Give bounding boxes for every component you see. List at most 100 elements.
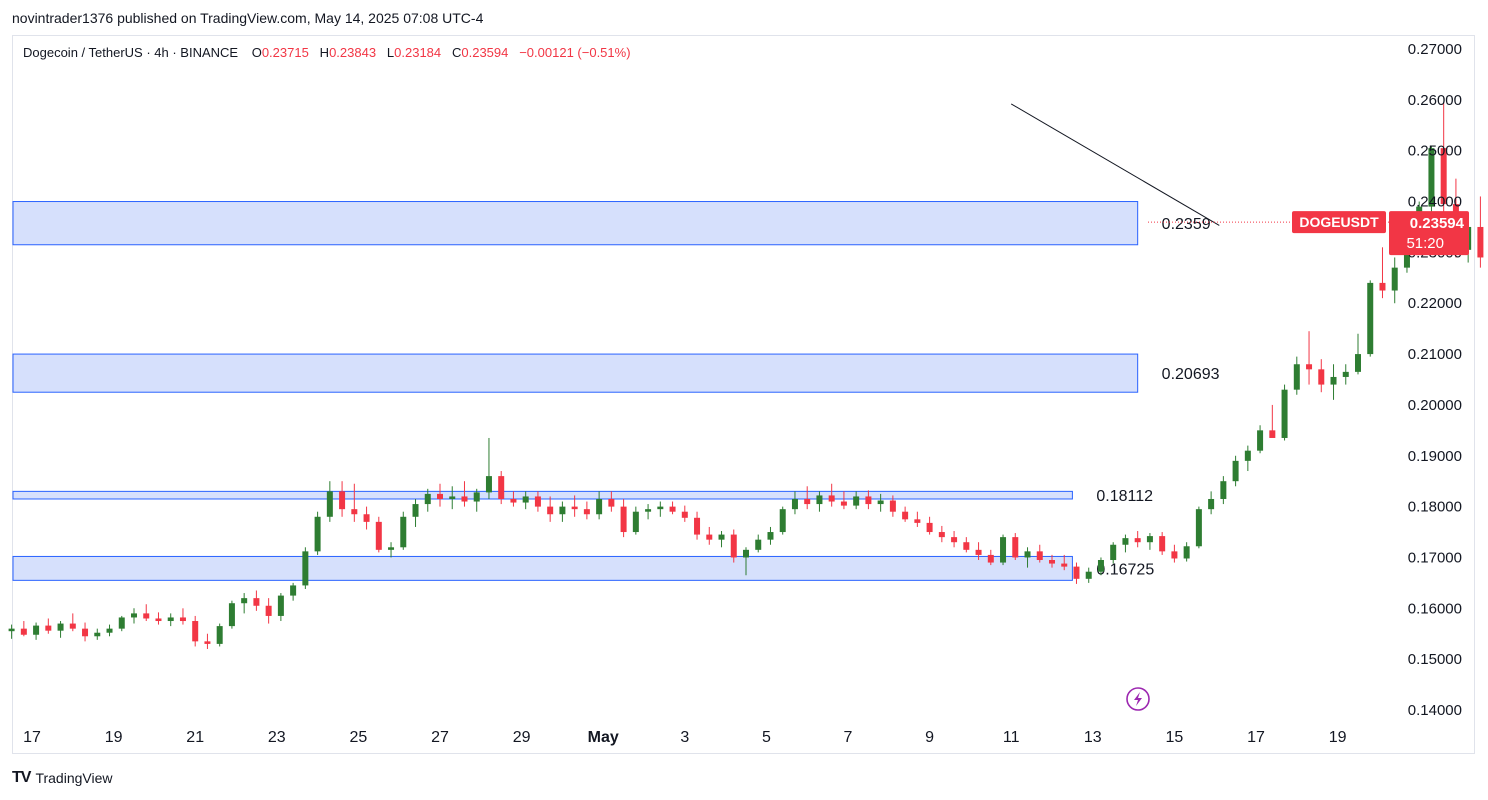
candle-body-85 [1049,560,1055,564]
y-tick-label: 0.25000 [1408,143,1462,160]
zones-layer: 0.2359 0.20693 0.18112 0.16725 [12,201,1220,581]
candle-body-9 [118,617,125,629]
candle-body-76 [938,532,945,538]
candle-body-43 [534,496,541,507]
candle-body-39 [485,476,492,493]
change-value: −0.00121 (−0.51%) [519,45,631,60]
candle-body-24 [302,551,309,586]
x-tick-label: 5 [762,729,771,746]
zone-label-1: 0.20693 [1162,366,1220,383]
last-price-tag: DOGEUSDT 0.23594 51:20 [1292,211,1469,256]
candle-body-90 [1110,544,1117,561]
zone-1 [12,353,1139,393]
candle-body-64 [791,498,798,510]
candle-body-109 [1342,371,1349,377]
candle-body-51 [632,511,639,533]
y-tick-label: 0.26000 [1408,92,1462,109]
candle-body-5 [69,623,76,629]
candle-body-10 [131,613,137,618]
candle-body-35 [437,493,443,499]
candle-body-112 [1379,282,1386,291]
candle-body-91 [1122,538,1129,545]
candle-body-88 [1085,571,1092,579]
y-tick-label: 0.20000 [1408,397,1462,414]
candle-body-47 [583,509,590,515]
candle-body-1 [20,628,27,635]
candle-body-56 [694,517,701,535]
candle-body-81 [1000,537,1007,563]
zone-label-3: 0.16725 [1096,561,1154,578]
y-tick-label: 0.22000 [1408,295,1462,312]
zone-label-0: 0.2359 [1162,216,1211,233]
candle-body-102 [1257,430,1264,451]
candle-body-52 [645,509,652,512]
candle-body-19 [241,598,248,604]
zone-0 [12,201,1139,246]
candle-body-46 [571,506,578,510]
candle-body-57 [706,534,713,540]
x-tick-label: 19 [1329,729,1347,746]
candle-body-120 [1477,226,1484,258]
symbol-label: Dogecoin / TetherUS · 4h · BINANCE [23,45,239,60]
candle-body-69 [853,496,860,506]
footer-brand[interactable]: TV TradingView [12,769,113,787]
candle-body-6 [82,628,89,637]
candle-body-67 [828,495,835,502]
candle-body-40 [498,476,505,499]
y-tick-label: 0.19000 [1408,448,1462,465]
candle-body-103 [1269,430,1276,438]
x-tick-label: 21 [186,729,204,746]
candle-body-82 [1012,537,1019,558]
x-tick-label: 11 [1003,729,1020,746]
candle-body-38 [473,492,480,502]
zone-2 [12,490,1073,500]
x-tick-label: 3 [680,729,689,746]
y-tick-label: 0.16000 [1408,600,1462,617]
x-tick-label: 27 [431,729,449,746]
candle-body-21 [265,605,272,616]
candle-body-0 [8,628,15,632]
price-tag-value: 0.23594 [1410,215,1465,232]
x-tick-label: 17 [23,729,41,746]
candle-body-60 [743,549,749,558]
open-label: O [251,45,262,60]
candle-body-93 [1146,536,1153,543]
candle-body-50 [620,506,627,533]
candle-body-70 [865,496,872,505]
close-value: 0.23594 [461,45,509,60]
candle-body-27 [339,491,346,510]
candle-body-75 [926,522,933,533]
high-label: H [319,45,330,60]
x-tick-label: 17 [1247,729,1265,746]
x-tick-label: 19 [105,729,123,746]
y-tick-label: 0.17000 [1408,549,1462,566]
candle-body-13 [167,617,174,622]
candlestick-chart[interactable]: 0.2359 0.20693 0.18112 0.16725 0.27000 0.260… [0,0,1488,800]
candle-body-32 [400,516,407,548]
candle-body-20 [253,598,260,606]
candle-body-107 [1318,369,1325,385]
candle-body-62 [767,532,774,540]
candle-body-86 [1061,563,1068,567]
y-tick-label: 0.15000 [1408,651,1462,668]
candle-body-83 [1024,551,1031,558]
candle-body-25 [314,516,321,552]
candle-body-99 [1220,481,1227,499]
candle-body-84 [1036,551,1043,561]
y-axis: 0.270000.260000.250000.240000.230000.220… [1408,41,1462,719]
brand-name: TradingView [35,770,113,786]
candle-body-34 [424,493,431,505]
symbol-tag: DOGEUSDT [1299,214,1379,230]
candle-body-12 [155,618,162,622]
y-tick-label: 0.18000 [1408,499,1462,516]
candle-body-79 [975,549,982,555]
candle-body-7 [94,632,101,637]
candle-body-89 [1097,560,1104,572]
candle-body-11 [143,613,150,619]
candle-body-78 [963,542,970,550]
candle-body-94 [1159,536,1166,552]
candle-body-74 [914,519,921,523]
candle-body-33 [412,504,419,517]
zone-3 [12,555,1073,581]
x-tick-label: 7 [844,729,853,746]
